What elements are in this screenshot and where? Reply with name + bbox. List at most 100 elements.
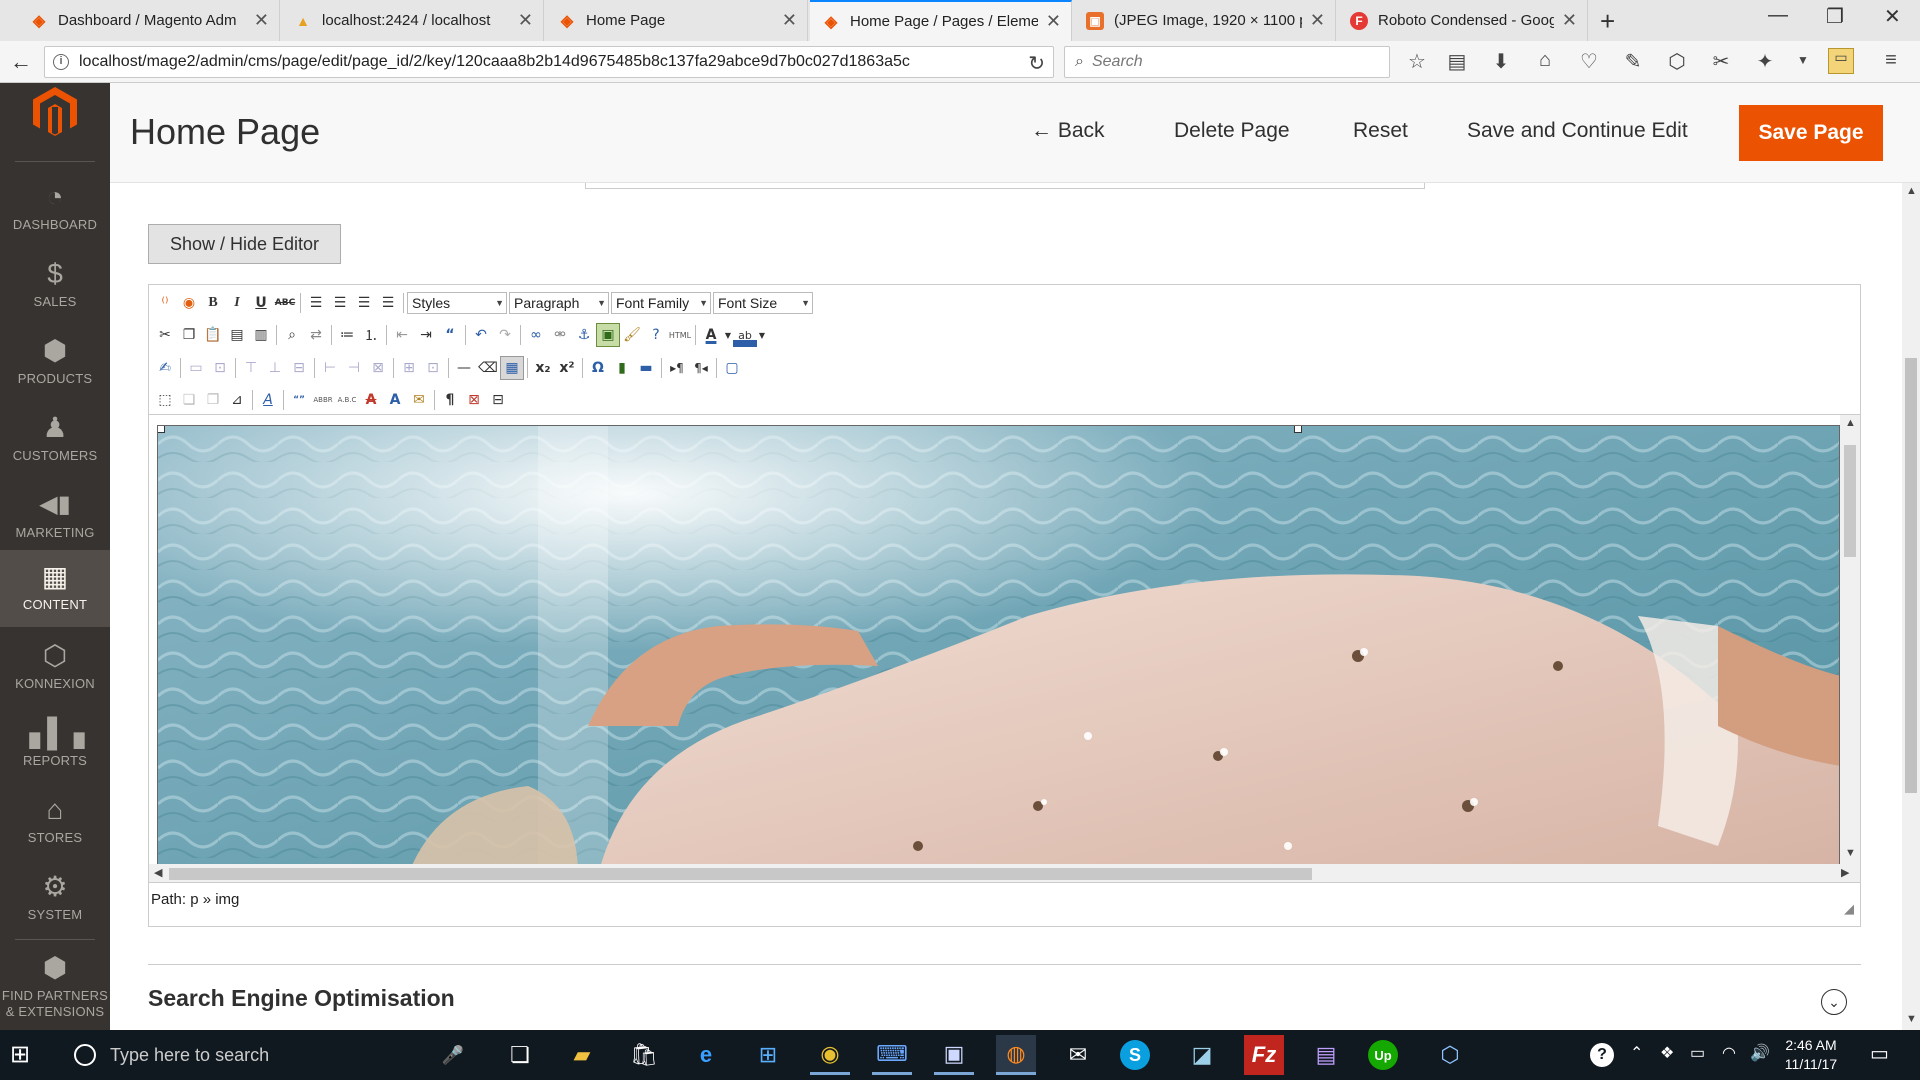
delete-col-icon[interactable]: ⊠ [366,356,390,380]
visual-aid-icon[interactable]: ▦ [500,356,524,380]
browser-search-input[interactable]: ⌕ Search [1064,46,1390,78]
addon-icon[interactable]: ✦ [1752,49,1778,74]
close-icon[interactable]: ✕ [518,10,533,31]
edit-form-icon[interactable]: ✍ [153,356,177,380]
scroll-thumb[interactable] [169,868,1312,880]
html-source-icon[interactable]: HTML [668,323,692,347]
browser-tab-roboto-condensed[interactable]: F Roboto Condensed - Googl ✕ [1338,0,1588,41]
merge-cells-icon[interactable]: ⊡ [421,356,445,380]
remote-desktop-icon[interactable]: ⌨ [872,1035,912,1075]
attributes-icon[interactable]: ✉ [407,388,431,412]
eyedropper-icon[interactable]: ✎ [1620,49,1646,74]
reset-button[interactable]: Reset [1353,119,1408,143]
blockquote-icon[interactable]: “ [438,323,462,347]
sidebar-item-content[interactable]: ▦ CONTENT [0,550,110,627]
strikethrough-icon[interactable]: ABC [273,291,297,315]
redo-icon[interactable]: ↷ [493,323,517,347]
sidebar-item-sales[interactable]: $ SALES [0,247,110,324]
taskbar-search-box[interactable]: Type here to search 🎤 [62,1030,482,1080]
reload-icon[interactable]: ↻ [1028,51,1045,76]
styleprops-icon[interactable]: A [256,388,280,412]
image-insert-icon[interactable]: ▣ [596,323,620,347]
minimize-icon[interactable]: — [1768,4,1788,27]
styles-dropdown[interactable]: Styles ▼ [407,292,507,314]
save-and-continue-button[interactable]: Save and Continue Edit [1467,119,1688,143]
subscript-icon[interactable]: x₂ [531,356,555,380]
close-icon[interactable]: ✕ [254,10,269,31]
system-clock[interactable]: 2:46 AM 11/11/17 [1776,1036,1846,1074]
editor-horizontal-scrollbar[interactable]: ◀ ▶ [149,864,1860,882]
scroll-thumb[interactable] [1844,445,1856,557]
delete-row-icon[interactable]: ⊟ [287,356,311,380]
reading-list-icon[interactable]: ▤ [1444,49,1470,74]
filezilla-icon[interactable]: Fz [1244,1035,1284,1075]
virtualbox-icon[interactable]: ⬡ [1430,1035,1470,1075]
page-vertical-scrollbar[interactable]: ▲ ▼ [1902,183,1920,1030]
sidebar-item-marketing[interactable]: ◀▮ MARKETING [0,478,110,555]
sidebar-item-dashboard[interactable]: ◔ DASHBOARD [0,170,110,247]
font-family-dropdown[interactable]: Font Family ▼ [611,292,711,314]
seo-section-title[interactable]: Search Engine Optimisation [148,985,455,1012]
selected-content-image[interactable] [157,425,1840,874]
close-icon[interactable]: ✕ [782,10,797,31]
sidebar-item-system[interactable]: ⚙ SYSTEM [0,860,110,937]
align-justify-icon[interactable]: ☰ [376,291,400,315]
battery-icon[interactable]: ▭ [1690,1043,1705,1063]
seo-section[interactable]: Search Engine Optimisation ⌄ [148,964,1861,1030]
close-icon[interactable]: ✕ [1046,11,1061,32]
scroll-down-icon[interactable]: ▼ [1906,1013,1917,1025]
text-color-icon[interactable]: A [699,323,723,347]
notes-app-icon[interactable]: ◪ [1182,1035,1222,1075]
undo-icon[interactable]: ↶ [469,323,493,347]
magento-logo-icon[interactable] [33,87,77,137]
chevron-down-icon[interactable]: ⌄ [1821,989,1847,1015]
fullscreen-icon[interactable]: ▢ [720,356,744,380]
resize-grip-icon[interactable]: ◢ [1844,901,1854,917]
hamburger-menu-icon[interactable]: ≡ [1878,49,1904,72]
winrar-icon[interactable]: ▤ [1306,1035,1346,1075]
devtools-app-icon[interactable]: ▣ [934,1035,974,1075]
browser-tab-home-page-elements[interactable]: ◈ Home Page / Pages / Eleme ✕ [810,0,1072,41]
wifi-icon[interactable]: ◠ [1722,1043,1736,1063]
sidebar-item-stores[interactable]: ⌂ STORES [0,783,110,860]
download-icon[interactable]: ⬇ [1488,49,1514,74]
file-explorer-icon[interactable]: ▰ [562,1035,602,1075]
paste-text-icon[interactable]: ▤ [225,323,249,347]
editor-vertical-scrollbar[interactable]: ▲ ▼ [1840,415,1860,864]
delete-text-icon[interactable]: A [359,388,383,412]
chevron-down-icon[interactable]: ▼ [723,323,733,347]
acronym-icon[interactable]: A.B.C [335,388,359,412]
microphone-icon[interactable]: 🎤 [442,1045,464,1066]
media-icon[interactable]: ▮ [610,356,634,380]
window-close-icon[interactable]: ✕ [1884,4,1901,29]
volume-icon[interactable]: 🔊 [1750,1043,1770,1063]
align-center-icon[interactable]: ☰ [328,291,352,315]
special-char-icon[interactable]: Ω [586,356,610,380]
bullet-list-icon[interactable]: ≔ [335,323,359,347]
close-icon[interactable]: ✕ [1310,10,1325,31]
visual-chars-icon[interactable]: ¶ [438,388,462,412]
replace-icon[interactable]: ⇄ [304,323,328,347]
sidebar-item-konnexion[interactable]: ⬡ KONNEXION [0,629,110,706]
insert-text-icon[interactable]: A [383,388,407,412]
pocket-icon[interactable]: ♡ [1576,49,1602,74]
save-page-button[interactable]: Save Page [1739,105,1883,161]
browser-tab-phpmyadmin[interactable]: ▲ localhost:2424 / localhost ✕ [282,0,544,41]
remove-format-icon[interactable]: ⌫ [476,356,500,380]
firefox-icon[interactable]: ◍ [996,1035,1036,1075]
link-icon[interactable]: ∞ [524,323,548,347]
edge-browser-icon[interactable]: e [686,1035,726,1075]
mail-icon[interactable]: ✉ [1058,1035,1098,1075]
background-color-icon[interactable]: ab [733,323,757,347]
nonbreaking-icon[interactable]: ⊠ [462,388,486,412]
anchor-icon[interactable]: ⚓ [572,323,596,347]
italic-icon[interactable]: I [225,291,249,315]
move-backward-icon[interactable]: ❐ [201,388,225,412]
align-right-icon[interactable]: ☰ [352,291,376,315]
insert-col-before-icon[interactable]: ⊢ [318,356,342,380]
back-arrow-icon[interactable]: ← [10,49,32,75]
delete-page-button[interactable]: Delete Page [1174,119,1290,143]
absolute-position-icon[interactable]: ⊿ [225,388,249,412]
restore-icon[interactable]: ❐ [1826,4,1844,29]
abbr-icon[interactable]: ABBR [311,388,335,412]
